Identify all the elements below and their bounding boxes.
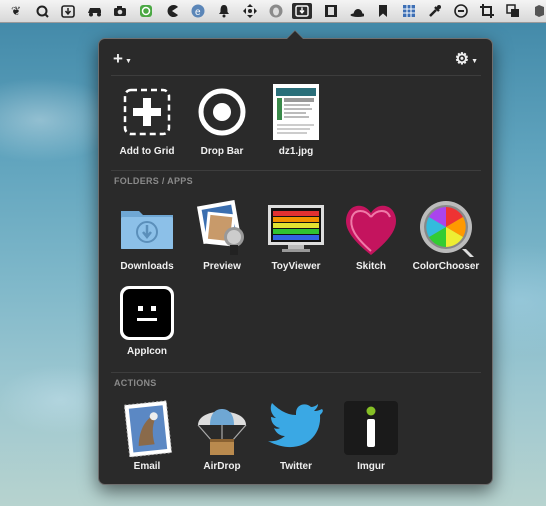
downloads-folder-icon: [117, 199, 177, 259]
add-grid-icon: [117, 84, 177, 144]
copy-icon[interactable]: [506, 4, 520, 18]
skitch-item[interactable]: Skitch: [334, 199, 408, 272]
divider: [111, 75, 481, 76]
e-badge-icon[interactable]: e: [191, 4, 205, 18]
download-box-icon[interactable]: [61, 4, 75, 18]
move-arrows-icon[interactable]: [243, 4, 257, 18]
target-icon: [192, 84, 252, 144]
downloads-item[interactable]: Downloads: [110, 199, 184, 272]
email-stamp-icon: [117, 399, 177, 459]
evernote-icon[interactable]: [532, 4, 546, 18]
filmstrip-icon[interactable]: [324, 4, 338, 18]
dropper-icon[interactable]: [428, 4, 442, 18]
preview-item[interactable]: Preview: [185, 199, 259, 272]
airdrop-item[interactable]: AirDrop: [185, 399, 259, 472]
settings-menu-button[interactable]: ⚙ ▼: [455, 49, 478, 69]
dropzone-grid-popover: + ▼ ⚙ ▼ Add to Grid Drop Bar dz1.jpg FOL…: [98, 30, 493, 485]
plus-icon: +: [113, 49, 123, 68]
toyviewer-item[interactable]: ToyViewer: [259, 199, 333, 272]
dropzone-icon[interactable]: [292, 3, 312, 19]
imgur-item[interactable]: Imgur: [334, 399, 408, 472]
toyviewer-app-icon: [266, 199, 326, 259]
power-circle-icon[interactable]: [454, 4, 468, 18]
bowler-hat-icon[interactable]: [350, 4, 364, 18]
caret-down-icon: ▼: [471, 57, 478, 65]
recycle-icon[interactable]: [139, 4, 153, 18]
preview-app-icon: [192, 199, 252, 259]
dz1-jpg-item[interactable]: dz1.jpg: [259, 84, 333, 157]
drop-bar-item[interactable]: Drop Bar: [185, 84, 259, 157]
divider: [111, 170, 481, 171]
gear-icon: ⚙: [454, 51, 470, 68]
image-thumbnail-icon: [266, 84, 326, 144]
twitter-item[interactable]: Twitter: [259, 399, 333, 472]
twitter-bird-icon: [266, 399, 326, 459]
add-menu-button[interactable]: + ▼: [113, 49, 132, 69]
appicon-icon: [117, 284, 177, 344]
airdrop-icon: [192, 399, 252, 459]
colorchooser-app-icon: [416, 199, 476, 259]
camera-icon[interactable]: [113, 4, 127, 18]
popover-arrow: [286, 30, 304, 39]
menu-bar: ❦ e: [0, 0, 546, 23]
actions-heading: ACTIONS: [114, 378, 157, 388]
appicon-item[interactable]: AppIcon: [110, 284, 184, 357]
pacman-icon[interactable]: [165, 4, 179, 18]
email-item[interactable]: Email: [110, 399, 184, 472]
colorchooser-item[interactable]: ColorChooser: [409, 199, 483, 272]
imgur-icon: [341, 399, 401, 459]
caret-down-icon: ▼: [124, 57, 132, 65]
add-to-grid-item[interactable]: Add to Grid: [110, 84, 184, 157]
folders-apps-heading: FOLDERS / APPS: [114, 176, 193, 186]
grid-icon[interactable]: [402, 4, 416, 18]
car-icon[interactable]: [87, 4, 101, 18]
skitch-app-icon: [341, 199, 401, 259]
feather-icon[interactable]: ❦: [9, 4, 23, 18]
bookmark-icon[interactable]: [376, 4, 390, 18]
svg-text:e: e: [195, 7, 201, 18]
alien-icon[interactable]: [269, 4, 283, 18]
divider: [111, 372, 481, 373]
magnifier-icon[interactable]: [35, 4, 49, 18]
bell-icon[interactable]: [217, 4, 231, 18]
crop-icon[interactable]: [480, 4, 494, 18]
